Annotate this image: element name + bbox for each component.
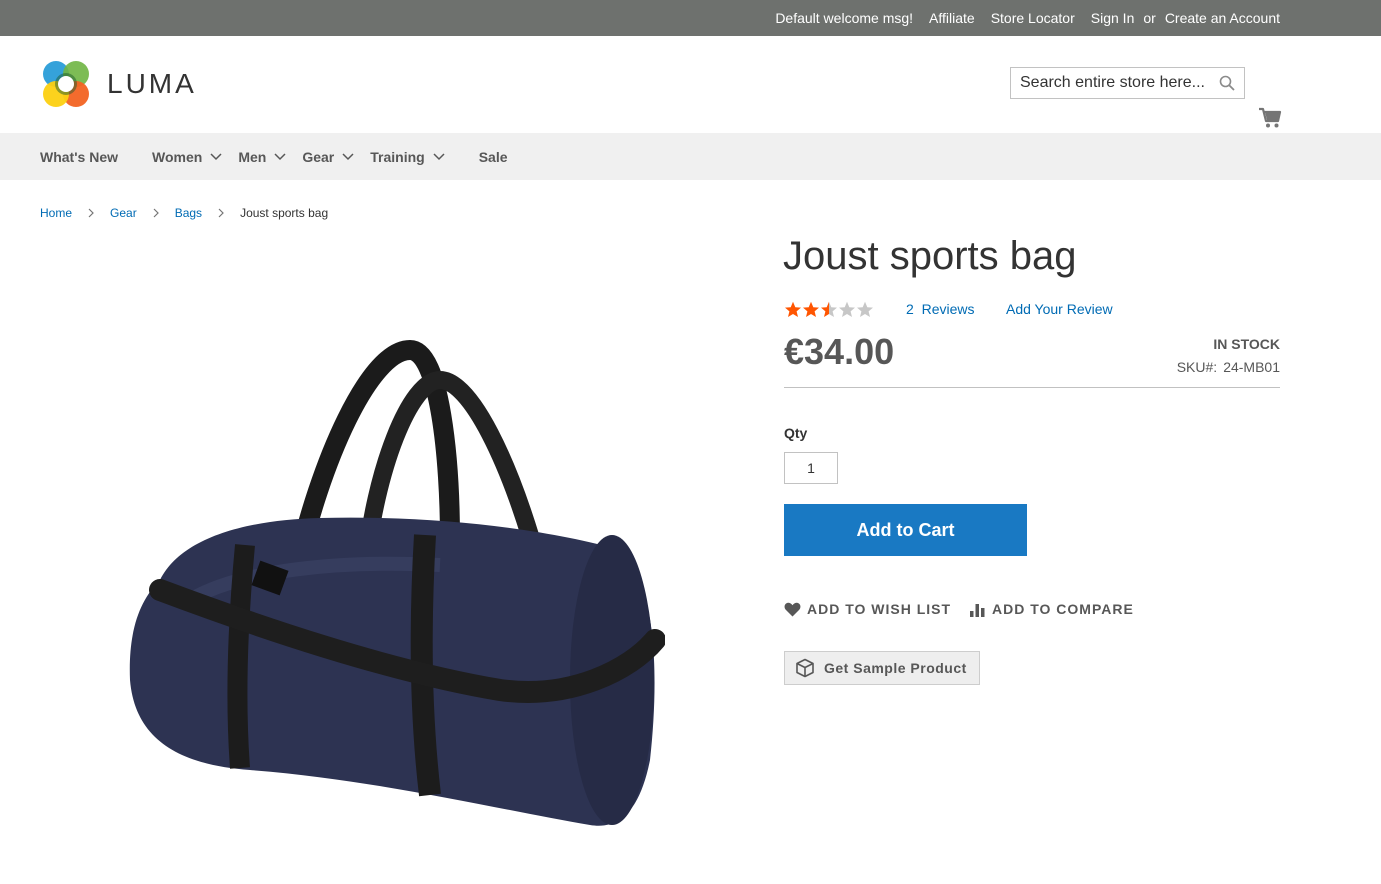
main-nav: What's New Women Men Gear Training Sale [0, 133, 1381, 180]
compare-label: Add to Compare [992, 601, 1134, 617]
star-icon [803, 301, 819, 317]
star-icon [839, 301, 855, 317]
nav-item-women[interactable]: Women [152, 149, 222, 165]
nav-item-whats-new[interactable]: What's New [40, 149, 118, 165]
nav-item-training[interactable]: Training [370, 148, 445, 165]
logo-text: LUMA [107, 68, 197, 99]
chevron-down-icon [210, 152, 222, 160]
nav-item-label: Training [370, 148, 425, 165]
breadcrumb-bags[interactable]: Bags [175, 206, 202, 220]
stock-status: In stock [1213, 336, 1280, 352]
sample-label: Get Sample Product [824, 660, 967, 676]
search-box[interactable] [1010, 67, 1245, 99]
create-account-link[interactable]: Create an Account [1165, 10, 1280, 26]
divider [784, 387, 1280, 388]
top-panel: Default welcome msg! Affiliate Store Loc… [0, 0, 1381, 36]
qty-label: Qty [784, 425, 808, 441]
reviews-count: 2 [906, 301, 914, 317]
nav-item-label: Sale [478, 148, 508, 165]
add-to-wishlist-link[interactable]: Add to Wish List [784, 601, 951, 617]
nav-item-men[interactable]: Men [238, 149, 286, 165]
sku: SKU#: 24-MB01 [1177, 359, 1280, 375]
sign-in-link[interactable]: Sign In [1091, 10, 1135, 26]
or-text: or [1143, 10, 1156, 26]
chevron-down-icon [274, 152, 286, 160]
rating-stars [784, 301, 874, 318]
breadcrumb-current: Joust sports bag [240, 206, 329, 220]
product-title: Joust sports bag [783, 234, 1077, 278]
chevron-right-icon [88, 208, 94, 218]
nav-item-gear[interactable]: Gear [302, 149, 354, 165]
welcome-message: Default welcome msg! [775, 10, 914, 26]
cart-icon[interactable] [1258, 107, 1282, 129]
star-icon [821, 301, 837, 317]
add-to-compare-link[interactable]: Add to Compare [969, 601, 1134, 617]
nav-item-label: What's New [40, 148, 119, 165]
nav-item-label: Women [152, 148, 203, 165]
product-image[interactable] [120, 340, 665, 835]
breadcrumb-gear[interactable]: Gear [110, 206, 137, 220]
store-locator-link[interactable]: Store Locator [991, 10, 1075, 26]
nav-item-label: Gear [302, 148, 335, 165]
sku-value: 24-MB01 [1223, 359, 1280, 375]
compare-icon [970, 603, 985, 617]
rating-summary [784, 301, 874, 318]
add-to-cart-button[interactable]: Add to Cart [784, 504, 1027, 556]
breadcrumb: Home Gear Bags Joust sports bag [40, 206, 328, 220]
chevron-down-icon [342, 152, 354, 160]
breadcrumb-home[interactable]: Home [40, 206, 72, 220]
chevron-down-icon [433, 152, 445, 160]
wishlist-label: Add to Wish List [807, 601, 952, 617]
nav-item-label: Men [238, 148, 267, 165]
add-review-link[interactable]: Add Your Review [1006, 301, 1113, 317]
qty-input[interactable] [784, 452, 838, 484]
product-price: €34.00 [784, 331, 895, 372]
search-icon[interactable] [1219, 75, 1235, 91]
star-icon [785, 301, 801, 317]
reviews-link[interactable]: 2 Reviews [906, 301, 974, 317]
box-icon [796, 658, 814, 678]
nav-item-sale[interactable]: Sale [479, 149, 508, 165]
luma-logo-icon [43, 61, 89, 107]
heart-icon [784, 602, 801, 616]
reviews-label: Reviews [921, 301, 975, 317]
search-input[interactable] [1020, 74, 1215, 92]
chevron-right-icon [218, 208, 224, 218]
star-icon [857, 301, 873, 317]
sku-label: SKU#: [1176, 359, 1218, 375]
header: LUMA [0, 36, 1381, 133]
logo[interactable]: LUMA [40, 58, 197, 110]
get-sample-button[interactable]: Get Sample Product [784, 651, 980, 685]
affiliate-link[interactable]: Affiliate [929, 10, 975, 26]
chevron-right-icon [153, 208, 159, 218]
